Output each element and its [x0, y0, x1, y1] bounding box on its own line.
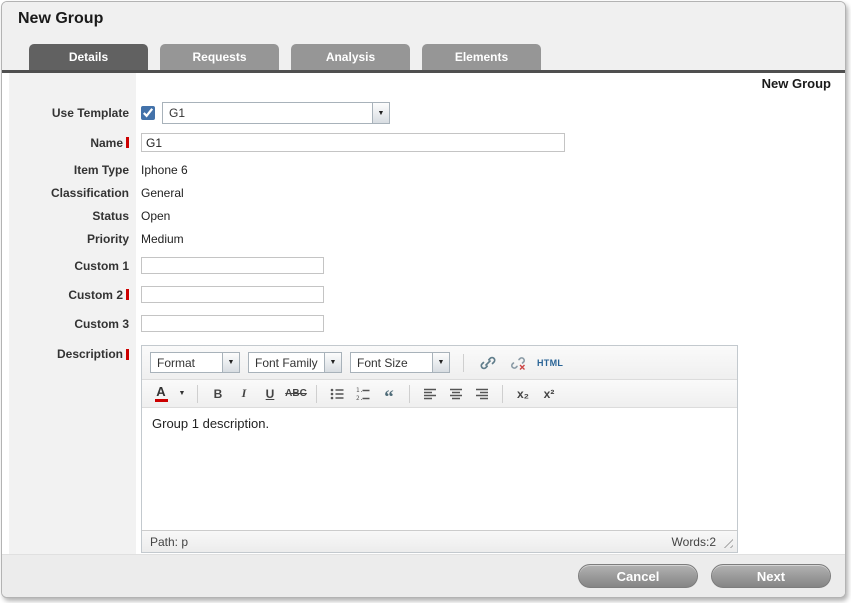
- underline-button[interactable]: U: [259, 383, 281, 404]
- numbered-list-button[interactable]: 1.2.: [352, 383, 374, 404]
- blockquote-button[interactable]: “: [378, 383, 400, 404]
- editor-toolbar-bottom: A ▼ B I U ABC: [142, 380, 737, 408]
- titlebar: New Group: [2, 2, 845, 36]
- row-status: Status Open: [2, 209, 845, 223]
- page-title: New Group: [18, 10, 103, 28]
- name-input[interactable]: [141, 133, 565, 152]
- bullet-list-button[interactable]: [326, 383, 348, 404]
- row-classification: Classification General: [2, 186, 845, 200]
- item-type-value: Iphone 6: [141, 163, 188, 177]
- editor-statusbar: Path: p Words:2: [142, 530, 737, 552]
- toolbar-separator: [502, 385, 503, 403]
- tab-bar: Details Requests Analysis Elements: [2, 36, 845, 70]
- font-color-button[interactable]: A: [150, 383, 172, 404]
- chevron-down-icon[interactable]: ▼: [222, 353, 239, 372]
- use-template-checkbox[interactable]: [141, 106, 155, 120]
- resize-handle[interactable]: [720, 535, 733, 548]
- description-editor: Format ▼ Font Family ▼ Font Size ▼: [141, 345, 738, 553]
- form-body: New Group Use Template G1 ▼ Name Item Ty…: [2, 73, 845, 554]
- italic-button[interactable]: I: [233, 383, 255, 404]
- align-left-icon: [422, 386, 438, 402]
- strikethrough-button[interactable]: ABC: [285, 383, 307, 404]
- bold-button[interactable]: B: [207, 383, 229, 404]
- toolbar-separator: [197, 385, 198, 403]
- font-color-caret[interactable]: ▼: [176, 383, 188, 404]
- font-color-icon: A: [155, 386, 168, 402]
- classification-label: Classification: [51, 186, 129, 200]
- row-priority: Priority Medium: [2, 232, 845, 246]
- custom3-label: Custom 3: [74, 317, 129, 331]
- use-template-label: Use Template: [52, 106, 129, 120]
- chevron-down-icon[interactable]: ▼: [432, 353, 449, 372]
- editor-content[interactable]: Group 1 description.: [142, 408, 737, 530]
- align-left-button[interactable]: [419, 383, 441, 404]
- custom2-label: Custom 2: [68, 288, 123, 302]
- name-label: Name: [90, 136, 123, 150]
- word-count: Words:2: [672, 535, 716, 549]
- html-source-button[interactable]: HTML: [537, 352, 563, 373]
- align-center-icon: [448, 386, 464, 402]
- chevron-down-icon[interactable]: ▼: [324, 353, 341, 372]
- custom1-label: Custom 1: [74, 259, 129, 273]
- toolbar-separator: [463, 354, 464, 372]
- status-label: Status: [92, 209, 129, 223]
- unlink-button[interactable]: [507, 352, 529, 373]
- row-use-template: Use Template G1 ▼: [2, 102, 845, 124]
- required-marker: [126, 137, 129, 148]
- section-title: New Group: [762, 76, 831, 91]
- row-name: Name: [2, 133, 845, 152]
- item-type-label: Item Type: [74, 163, 129, 177]
- format-dropdown[interactable]: Format ▼: [150, 352, 240, 373]
- custom2-input[interactable]: [141, 286, 324, 303]
- numbered-list-icon: 1.2.: [355, 386, 371, 402]
- link-button[interactable]: [477, 352, 499, 373]
- priority-label: Priority: [87, 232, 129, 246]
- next-button[interactable]: Next: [711, 564, 831, 588]
- editor-toolbar-top: Format ▼ Font Family ▼ Font Size ▼: [142, 346, 737, 380]
- chevron-down-icon: ▼: [179, 390, 186, 397]
- classification-value: General: [141, 186, 184, 200]
- font-size-dropdown[interactable]: Font Size ▼: [350, 352, 450, 373]
- editor-path: Path: p: [150, 535, 188, 549]
- required-marker: [126, 349, 129, 360]
- align-center-button[interactable]: [445, 383, 467, 404]
- tab-elements[interactable]: Elements: [422, 44, 541, 70]
- row-custom2: Custom 2: [2, 286, 845, 303]
- unlink-icon: [509, 354, 527, 372]
- toolbar-separator: [409, 385, 410, 403]
- status-value: Open: [141, 209, 170, 223]
- link-icon: [479, 354, 497, 372]
- superscript-button[interactable]: x²: [538, 383, 560, 404]
- toolbar-separator: [316, 385, 317, 403]
- row-custom1: Custom 1: [2, 257, 845, 274]
- custom3-input[interactable]: [141, 315, 324, 332]
- tab-analysis[interactable]: Analysis: [291, 44, 410, 70]
- custom1-input[interactable]: [141, 257, 324, 274]
- font-family-dropdown[interactable]: Font Family ▼: [248, 352, 342, 373]
- template-select[interactable]: G1 ▼: [162, 102, 390, 124]
- align-right-icon: [474, 386, 490, 402]
- editor-text: Group 1 description.: [152, 416, 269, 431]
- bullet-list-icon: [329, 386, 345, 402]
- cancel-button[interactable]: Cancel: [578, 564, 698, 588]
- svg-text:2.: 2.: [356, 395, 363, 402]
- svg-text:1.: 1.: [356, 387, 363, 394]
- footer-bar: Cancel Next: [2, 554, 845, 597]
- new-group-window: New Group Details Requests Analysis Elem…: [1, 1, 846, 598]
- priority-value: Medium: [141, 232, 184, 246]
- tab-requests[interactable]: Requests: [160, 44, 279, 70]
- align-right-button[interactable]: [471, 383, 493, 404]
- subscript-button[interactable]: x₂: [512, 383, 534, 404]
- row-custom3: Custom 3: [2, 315, 845, 332]
- row-item-type: Item Type Iphone 6: [2, 163, 845, 177]
- description-label: Description: [57, 347, 123, 361]
- tab-details[interactable]: Details: [29, 44, 148, 70]
- chevron-down-icon[interactable]: ▼: [372, 103, 389, 123]
- required-marker: [126, 289, 129, 300]
